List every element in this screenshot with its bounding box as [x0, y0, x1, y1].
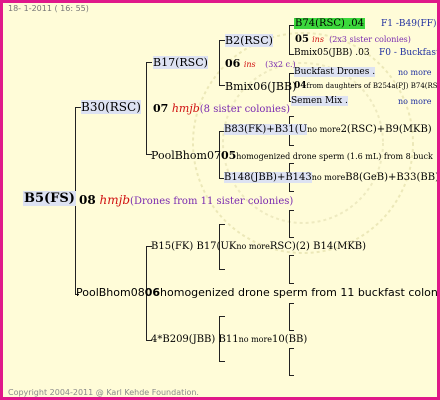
connector — [289, 348, 290, 376]
connector — [289, 255, 290, 284]
dam-sire-a: B15(FK) B17(UK — [151, 241, 237, 252]
sire-generation: 07 — [153, 102, 169, 115]
connector — [289, 375, 294, 376]
dam-sire-node[interactable]: B15(FK) B17(UKno moreRSC)(2) B14(MKB) — [151, 241, 366, 252]
root-origin: hmjb — [99, 193, 131, 207]
dam-sire-c: RSC)(2) B14(MKB) — [269, 241, 367, 252]
ssss-info: 05 ins (2x3 sister colonies) — [295, 34, 411, 45]
ssds-note: from daughters of B254a(PJ) B74(RS — [306, 82, 438, 90]
ssd-node[interactable]: Bmix06(JBB) — [225, 80, 296, 93]
sire-dam-generation: 05 — [220, 149, 237, 162]
dam-node[interactable]: PoolBhom0806homogenized drone sperm from… — [76, 286, 440, 299]
ssds-right: no more — [398, 68, 432, 77]
copyright-text: Copyright 2004-2011 @ Karl Kehde Foundat… — [8, 388, 199, 397]
date-stamp: 18- 1-2011 ( 16: 55) — [8, 4, 89, 13]
connector — [219, 269, 225, 270]
sdd-a: B148(JBB)+B143 — [224, 172, 312, 183]
sssd-node[interactable]: Bmix05(JBB) .03 — [294, 48, 370, 58]
dam-generation: 06 — [144, 286, 161, 299]
sire-sire-info: 06 ins (3x2 c.) — [225, 57, 296, 70]
connector — [289, 255, 294, 256]
ssss-note: (2x3 sister colonies) — [329, 35, 411, 44]
root-node[interactable]: B5(FS) — [23, 191, 76, 206]
connector — [289, 237, 294, 238]
dam-id: PoolBhom08 — [76, 286, 145, 299]
connector — [289, 145, 294, 146]
connector — [146, 62, 152, 63]
sire-sire-generation: 06 — [225, 57, 241, 70]
connector — [289, 330, 294, 331]
ssss-node[interactable]: B74(RSC) .04 — [294, 18, 365, 29]
sire-sire-node[interactable]: B17(RSC) — [153, 56, 208, 69]
dam-dam-b: no more — [238, 335, 273, 344]
pedigree-diagram: 18- 1-2011 ( 16: 55) Copyright 2004-2011… — [0, 0, 440, 400]
sdd-node[interactable]: B148(JBB)+B143no moreB8(GeB)+B33(BB) — [224, 172, 439, 183]
connector — [146, 62, 147, 154]
sire-id: B30(RSC) — [81, 100, 141, 114]
connector — [289, 163, 294, 164]
connector — [289, 210, 294, 211]
ssdd-id: Semen Mix . — [291, 96, 348, 106]
root-generation: 08 — [79, 193, 96, 207]
ssds-id: Buckfast Drones . — [294, 67, 376, 77]
connector — [219, 316, 225, 317]
sire-node[interactable]: B30(RSC) — [81, 100, 141, 114]
sds-a: B83(FK)+B31(U — [224, 124, 308, 135]
connector — [289, 303, 290, 331]
dam-dam-node[interactable]: 4*B209(JBB) B11no more10(BB) — [151, 334, 307, 345]
ssdd-node[interactable]: Semen Mix . — [291, 96, 348, 106]
sire-info: 07 hmjb(8 sister colonies) — [153, 102, 290, 115]
sire-sire-origin: ins — [243, 60, 256, 69]
connector — [289, 303, 294, 304]
sds-node[interactable]: B83(FK)+B31(Uno more2(RSC)+B9(MKB) — [224, 124, 432, 135]
sss-node[interactable]: B2(RSC) — [225, 34, 273, 47]
dam-dam-a: 4*B209(JBB) B11 — [151, 334, 239, 345]
ssds-info: 04from daughters of B254a(PJ) B74(RS — [294, 81, 438, 91]
connector — [219, 40, 220, 86]
sds-b: no more — [307, 125, 341, 134]
sire-note: (8 sister colonies) — [199, 104, 291, 115]
ssss-origin: ins — [312, 35, 324, 44]
dam-note: homogenized drone sperm from 11 buckfast… — [160, 286, 440, 299]
connector — [289, 191, 294, 192]
ssds-node[interactable]: Buckfast Drones . — [294, 67, 376, 77]
root-note: (Drones from 11 sister colonies) — [130, 196, 294, 207]
sire-sire-id: B17(RSC) — [153, 56, 208, 69]
root-id: B5(FS) — [23, 191, 76, 206]
dam-dam-c: 10(BB) — [272, 334, 308, 345]
sire-dam-id: PoolBhom07 — [151, 149, 221, 162]
ssds-generation: 04 — [294, 81, 307, 91]
ssss-id: B74(RSC) .04 — [294, 18, 365, 29]
ssd-id: Bmix06(JBB) — [225, 80, 297, 93]
sdd-c: B8(GeB)+B33(BB) — [345, 172, 439, 183]
sire-dam-node[interactable]: PoolBhom0705homogenized drone sperm (1.6… — [151, 149, 433, 162]
root-info: 08 hmjb(Drones from 11 sister colonies) — [79, 193, 293, 207]
sds-c: 2(RSC)+B9(MKB) — [340, 124, 432, 135]
sssd-id: Bmix05(JBB) .03 — [294, 48, 370, 58]
connector — [289, 25, 290, 55]
connector — [219, 361, 225, 362]
connector — [219, 224, 225, 225]
sire-dam-note: homogenized drone sperm (1.6 mL) from 8 … — [236, 152, 433, 161]
connector — [289, 348, 294, 349]
sss-id: B2(RSC) — [225, 34, 273, 47]
ssss-right: F1 -B49(FF) — [381, 19, 437, 29]
ssss-generation: 05 — [295, 34, 309, 45]
connector — [289, 116, 294, 117]
dam-sire-b: no more — [236, 242, 270, 251]
ssdd-right: no more — [398, 97, 432, 106]
connector — [289, 210, 290, 238]
sire-origin: hmjb — [171, 102, 200, 115]
sdd-b: no more — [311, 173, 346, 182]
sssd-right: F0 - Buckfast — [379, 48, 440, 58]
sire-sire-note: (3x2 c.) — [265, 60, 296, 69]
connector — [289, 283, 294, 284]
